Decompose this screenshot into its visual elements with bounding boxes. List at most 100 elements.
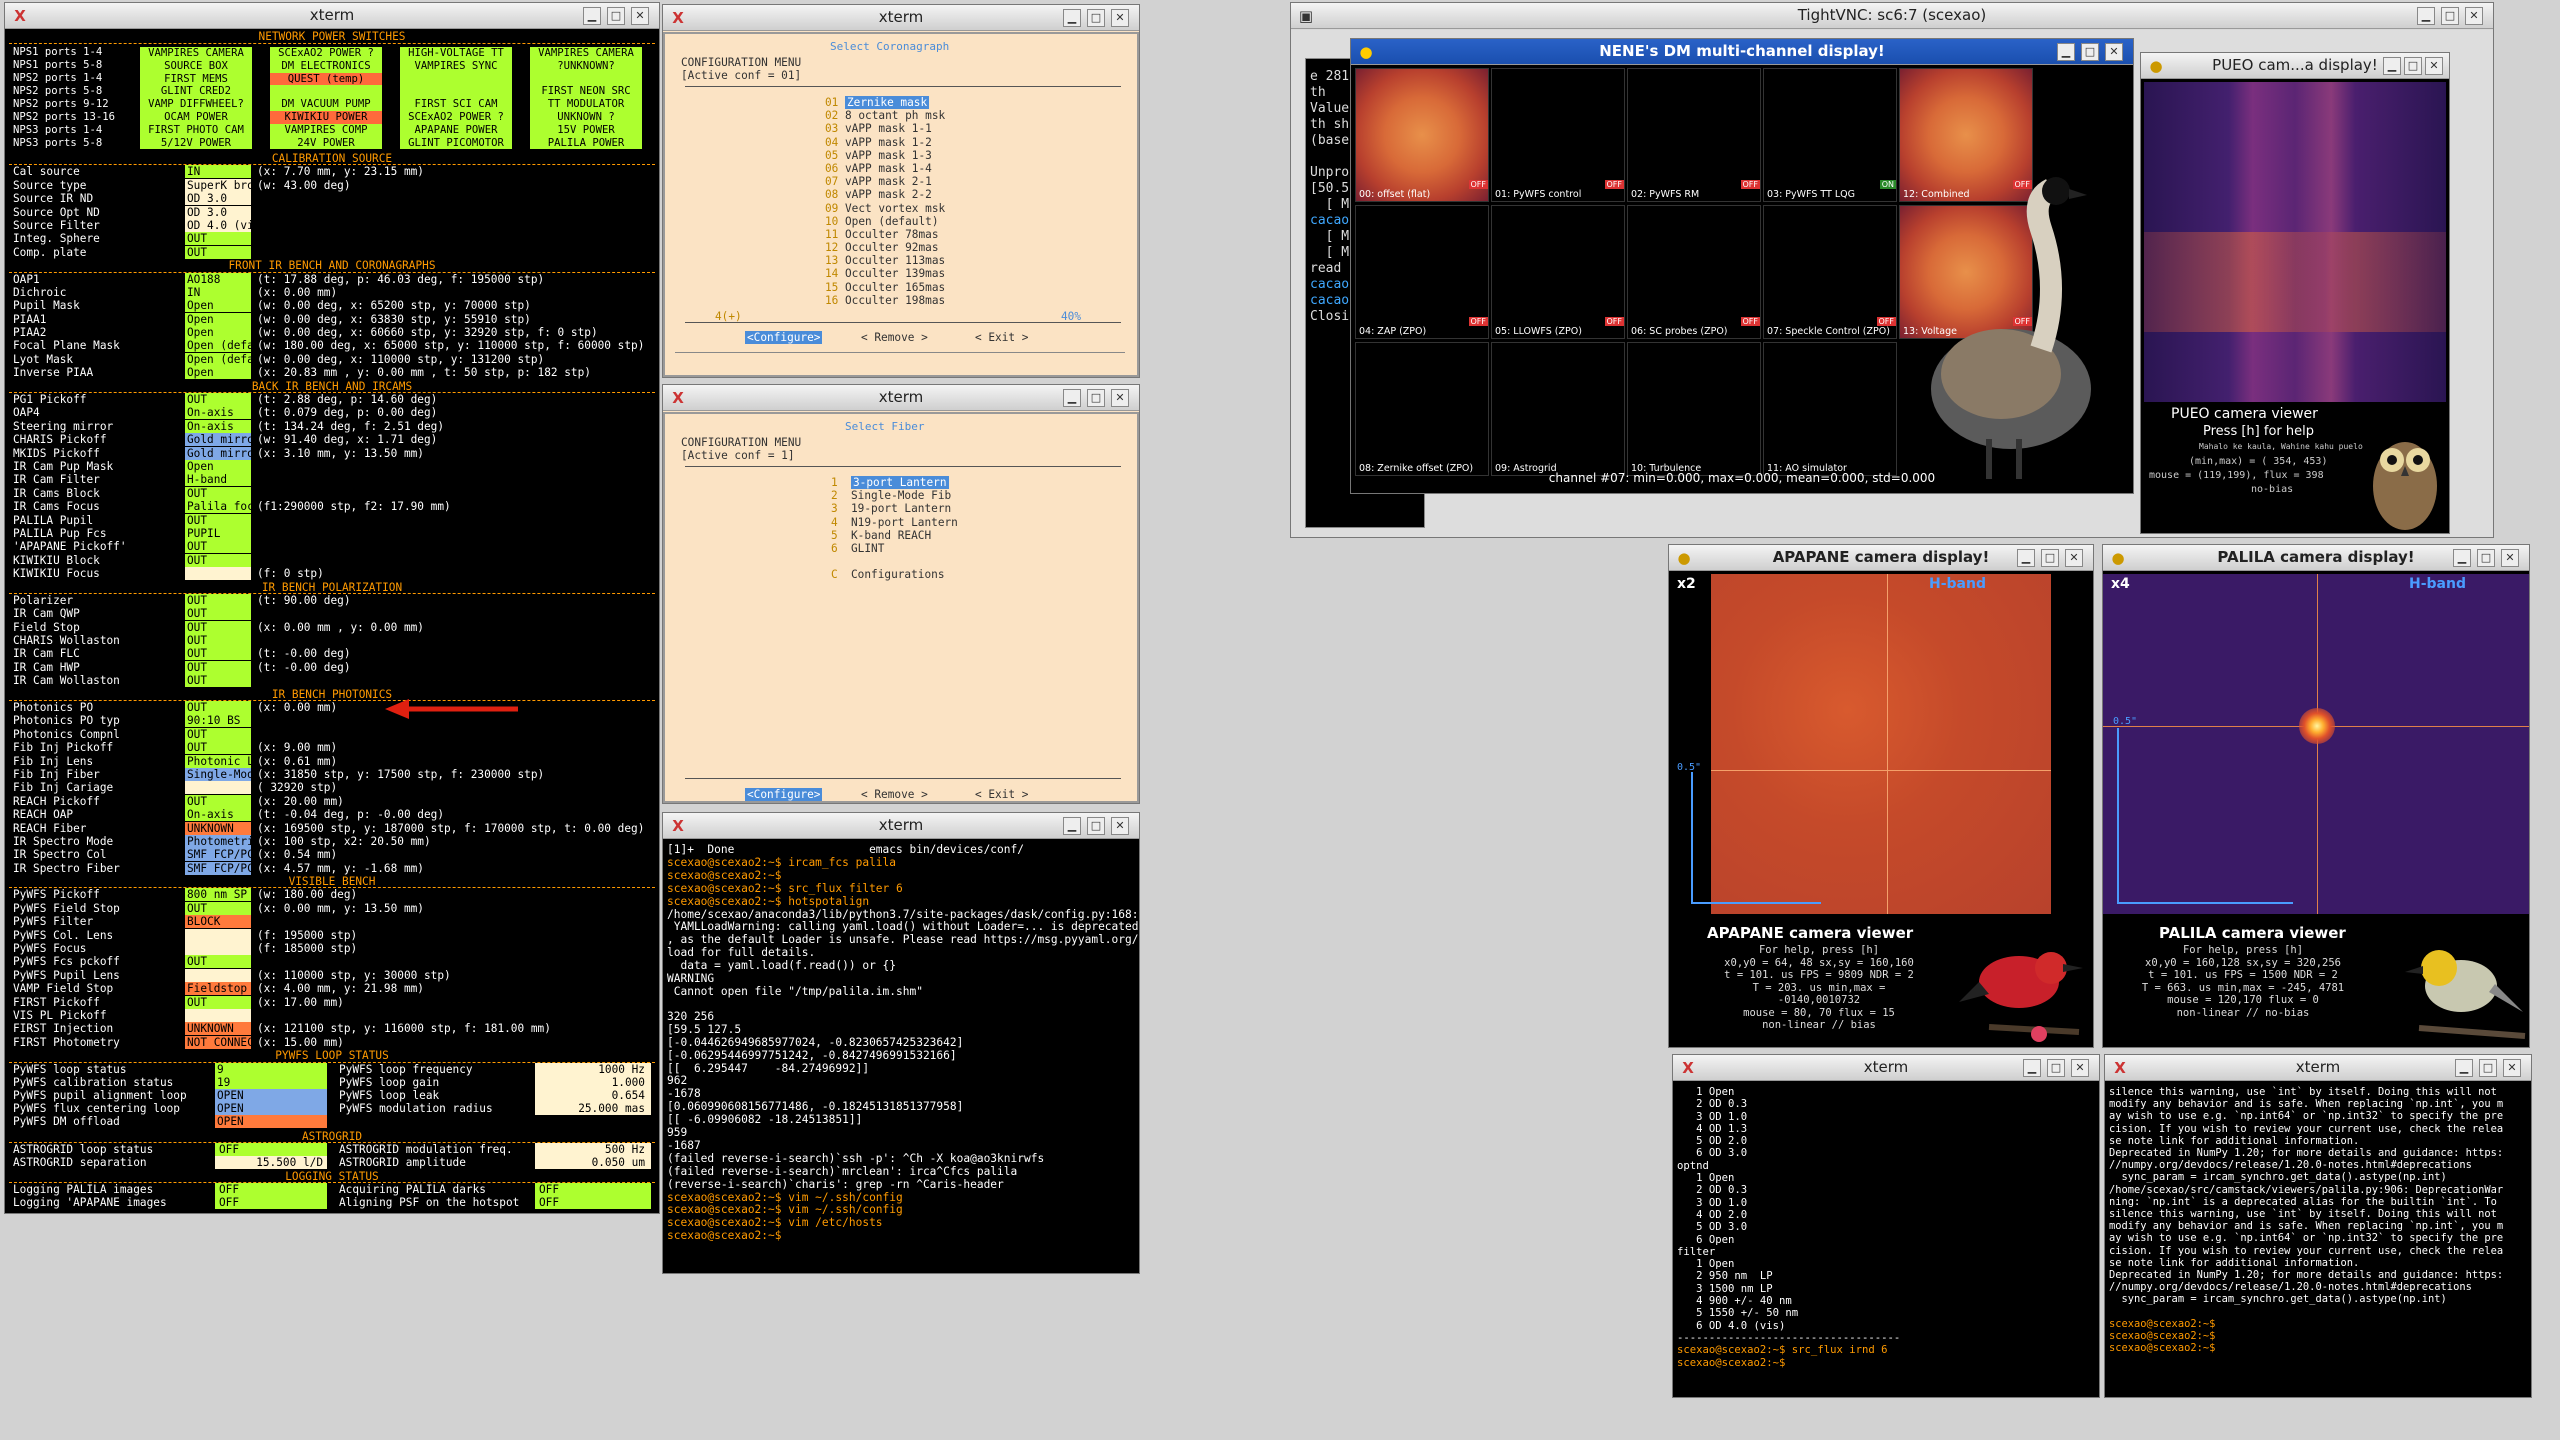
terminal-output[interactable]: silence this warning, use `int` by itsel… (2105, 1082, 2531, 1397)
palila-camera-image[interactable] (2103, 574, 2529, 914)
astro-value[interactable]: 500 Hz (535, 1142, 651, 1156)
dm-channel-flag[interactable]: OFF (1604, 317, 1624, 326)
status-value[interactable]: Open (185, 459, 251, 473)
status-value[interactable]: Open (185, 299, 251, 313)
status-value[interactable] (185, 781, 251, 795)
maximize-button[interactable]: □ (2047, 1059, 2065, 1077)
status-value[interactable]: H-band (185, 473, 251, 487)
status-value[interactable]: AO188 (185, 272, 251, 286)
status-value[interactable]: OUT (185, 607, 251, 621)
pywfs-value[interactable]: 9 (215, 1062, 327, 1076)
close-button[interactable]: ✕ (1111, 9, 1129, 27)
log-value[interactable]: OFF (535, 1183, 651, 1197)
status-value[interactable]: OUT (185, 901, 251, 915)
pueo-camera-image[interactable] (2144, 82, 2446, 402)
maximize-button[interactable]: □ (1087, 817, 1105, 835)
menu-item[interactable]: 02 8 octant ph msk (825, 109, 945, 122)
status-value[interactable]: OUT (185, 647, 251, 661)
status-value[interactable] (185, 567, 251, 581)
exit-button[interactable]: < Exit > (975, 331, 1028, 344)
power-switch-item[interactable]: TT MODULATOR (530, 98, 642, 111)
power-switch-item[interactable]: ?UNKNOWN? (530, 60, 642, 73)
maximize-button[interactable]: □ (1087, 389, 1105, 407)
status-value[interactable]: 90:10 BS (185, 714, 251, 728)
power-switch-item[interactable]: VAMPIRES SYNC (400, 60, 512, 73)
status-value[interactable]: UNKNOWN (185, 821, 251, 835)
menu-item[interactable]: 1 3-port Lantern (831, 476, 958, 489)
menu-item[interactable]: 13 Occulter 113mas (825, 254, 945, 267)
astro-value[interactable]: 0.050 um (535, 1155, 651, 1169)
menu-item[interactable] (831, 555, 958, 568)
maximize-button[interactable]: □ (2441, 7, 2459, 25)
status-value[interactable]: Photometric (185, 834, 251, 848)
menu-item[interactable]: C Configurations (831, 568, 958, 581)
power-switch-item[interactable]: FIRST MEMS (140, 73, 252, 86)
menu-item[interactable]: 10 Open (default) (825, 215, 945, 228)
maximize-button[interactable]: □ (2404, 57, 2422, 75)
title-bar[interactable]: ● PALILA camera display! ▁ □ ✕ (2103, 545, 2529, 571)
power-switch-item[interactable]: VAMPIRES COMP (270, 124, 382, 137)
minimize-button[interactable]: ▁ (2455, 1059, 2473, 1077)
log-value[interactable]: OFF (215, 1196, 327, 1210)
status-value[interactable]: BLOCK (185, 915, 251, 929)
dm-channel-cell[interactable]: 06: SC probes (ZPO) OFF (1627, 205, 1761, 339)
status-value[interactable]: Open (185, 312, 251, 326)
power-switch-item[interactable] (270, 85, 382, 98)
status-value[interactable]: Open (185, 366, 251, 380)
status-value[interactable]: Photonic Lant. (185, 754, 251, 768)
dm-channel-flag[interactable]: OFF (1740, 180, 1760, 189)
remove-button[interactable]: < Remove > (861, 331, 928, 344)
menu-item[interactable]: 3 19-port Lantern (831, 502, 958, 515)
status-value[interactable] (185, 1009, 251, 1022)
title-bar[interactable]: ● NENE's DM multi-channel display! ▁ □ ✕ (1351, 39, 2133, 65)
remove-button[interactable]: < Remove > (861, 788, 928, 801)
minimize-button[interactable]: ▁ (2057, 43, 2075, 61)
maximize-button[interactable]: □ (607, 7, 625, 25)
close-button[interactable]: ✕ (2465, 7, 2483, 25)
terminal-window[interactable]: X xterm ▁ □ ✕ silence this warning, use … (2104, 1054, 2532, 1398)
title-bar[interactable]: X xterm ▁ □ ✕ (663, 813, 1139, 839)
menu-item[interactable]: 12 Occulter 92mas (825, 241, 945, 254)
menu-item[interactable]: 05 vAPP mask 1-3 (825, 149, 945, 162)
close-button[interactable]: ✕ (1111, 389, 1129, 407)
menu-item[interactable]: 08 vAPP mask 2-2 (825, 188, 945, 201)
power-switch-item[interactable]: 24V POWER (270, 137, 382, 150)
status-value[interactable]: Fieldstop (185, 982, 251, 996)
status-value[interactable]: Open (default) (185, 352, 251, 366)
menu-item[interactable]: 15 Occulter 165mas (825, 281, 945, 294)
close-button[interactable]: ✕ (2105, 43, 2123, 61)
status-value[interactable]: OD 3.0 (185, 192, 251, 206)
title-bar[interactable]: X xterm ▁ □ ✕ (663, 385, 1139, 411)
menu-item[interactable]: 03 vAPP mask 1-1 (825, 122, 945, 135)
status-value[interactable]: SuperK broadband (185, 178, 251, 192)
pywfs-value[interactable]: 19 (215, 1075, 327, 1089)
status-value[interactable]: Palila focus (185, 500, 251, 514)
apapane-camera-image[interactable] (1711, 574, 2051, 914)
power-switch-item[interactable]: FIRST PHOTO CAM (140, 124, 252, 137)
status-value[interactable]: Single-Mode Fib (185, 767, 251, 781)
close-button[interactable]: ✕ (2065, 549, 2083, 567)
status-value[interactable] (185, 928, 251, 942)
dm-channel-cell[interactable]: 08: Zernike offset (ZPO) (1355, 342, 1489, 476)
pywfs-value[interactable]: OPEN (215, 1101, 327, 1115)
title-bar[interactable]: ● APAPANE camera display! ▁ □ ✕ (1669, 545, 2093, 571)
status-value[interactable]: Open (default) (185, 339, 251, 353)
status-value[interactable]: OUT (185, 674, 251, 688)
menu-item[interactable]: 16 Occulter 198mas (825, 294, 945, 307)
terminal-window[interactable]: X xterm ▁ □ ✕ 1 Open 2 OD 0.3 3 OD 1.0 4… (1672, 1054, 2100, 1398)
close-button[interactable]: ✕ (631, 7, 649, 25)
close-button[interactable]: ✕ (2503, 1059, 2521, 1077)
power-switch-item[interactable]: DM ELECTRONICS (270, 60, 382, 73)
status-value[interactable]: IN (185, 165, 251, 179)
status-value[interactable]: OUT (185, 995, 251, 1009)
power-switch-item[interactable] (530, 73, 642, 86)
close-button[interactable]: ✕ (1111, 817, 1129, 835)
status-value[interactable]: Gold mirror (185, 446, 251, 460)
status-value[interactable]: NOT CONNECTED (185, 1035, 251, 1049)
status-value[interactable]: UNKNOWN (185, 1022, 251, 1036)
status-value[interactable]: OUT (185, 727, 251, 741)
status-value[interactable]: OUT (185, 593, 251, 607)
minimize-button[interactable]: ▁ (2023, 1059, 2041, 1077)
status-value[interactable]: OUT (185, 660, 251, 674)
menu-item[interactable]: 6 GLINT (831, 542, 958, 555)
